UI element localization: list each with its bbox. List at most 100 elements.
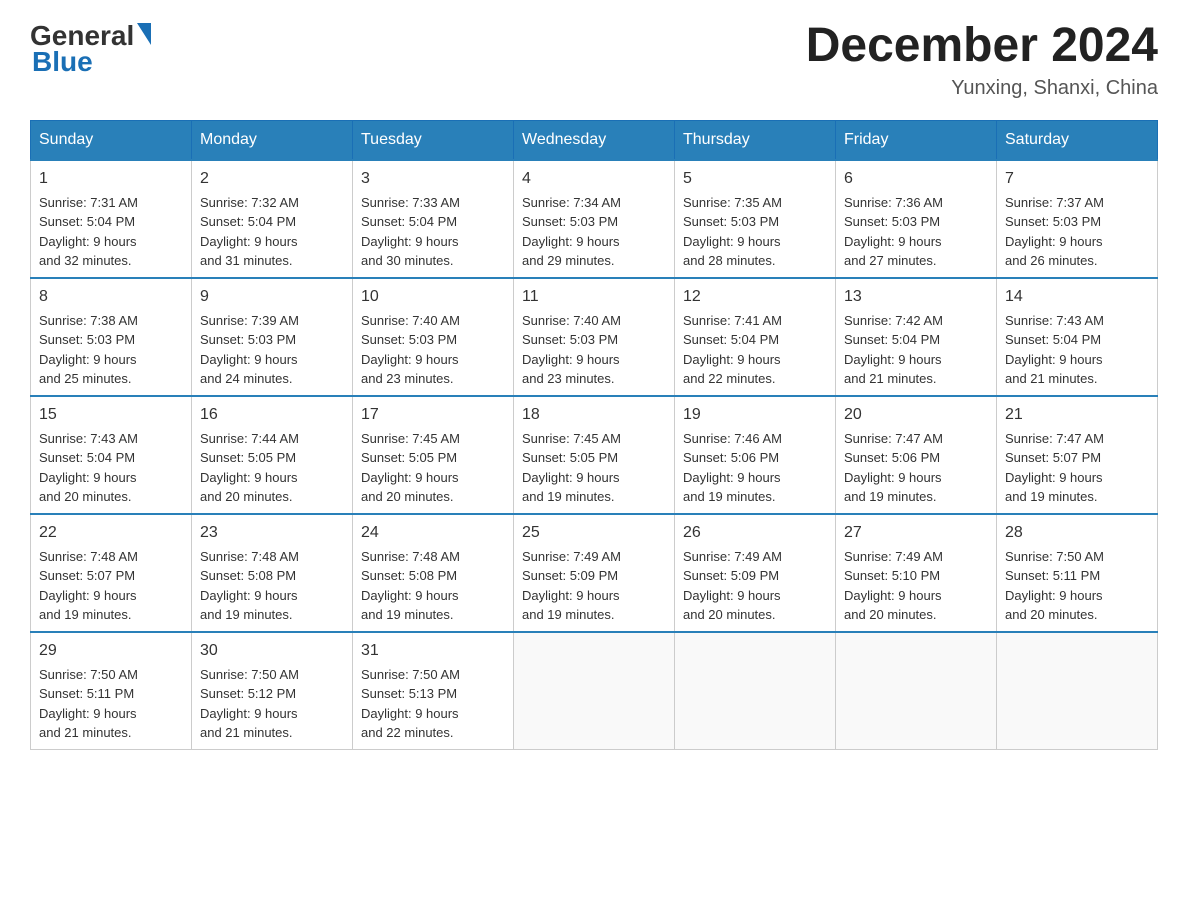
title-section: December 2024 Yunxing, Shanxi, China: [806, 20, 1158, 100]
day-info: Sunrise: 7:43 AMSunset: 5:04 PMDaylight:…: [1005, 311, 1149, 389]
day-number: 7: [1005, 167, 1149, 191]
calendar-cell: 15Sunrise: 7:43 AMSunset: 5:04 PMDayligh…: [31, 396, 192, 514]
calendar-week-4: 22Sunrise: 7:48 AMSunset: 5:07 PMDayligh…: [31, 514, 1158, 632]
calendar-week-3: 15Sunrise: 7:43 AMSunset: 5:04 PMDayligh…: [31, 396, 1158, 514]
calendar-cell: 9Sunrise: 7:39 AMSunset: 5:03 PMDaylight…: [192, 278, 353, 396]
day-info: Sunrise: 7:37 AMSunset: 5:03 PMDaylight:…: [1005, 193, 1149, 271]
day-number: 1: [39, 167, 183, 191]
day-info: Sunrise: 7:31 AMSunset: 5:04 PMDaylight:…: [39, 193, 183, 271]
calendar-week-1: 1Sunrise: 7:31 AMSunset: 5:04 PMDaylight…: [31, 160, 1158, 278]
day-info: Sunrise: 7:45 AMSunset: 5:05 PMDaylight:…: [361, 429, 505, 507]
calendar-cell: 18Sunrise: 7:45 AMSunset: 5:05 PMDayligh…: [514, 396, 675, 514]
day-number: 9: [200, 285, 344, 309]
calendar-cell: 5Sunrise: 7:35 AMSunset: 5:03 PMDaylight…: [675, 160, 836, 278]
day-info: Sunrise: 7:44 AMSunset: 5:05 PMDaylight:…: [200, 429, 344, 507]
calendar-cell: 12Sunrise: 7:41 AMSunset: 5:04 PMDayligh…: [675, 278, 836, 396]
day-info: Sunrise: 7:46 AMSunset: 5:06 PMDaylight:…: [683, 429, 827, 507]
day-number: 11: [522, 285, 666, 309]
day-number: 13: [844, 285, 988, 309]
day-number: 29: [39, 639, 183, 663]
day-number: 22: [39, 521, 183, 545]
calendar-cell: 4Sunrise: 7:34 AMSunset: 5:03 PMDaylight…: [514, 160, 675, 278]
day-info: Sunrise: 7:47 AMSunset: 5:07 PMDaylight:…: [1005, 429, 1149, 507]
calendar-week-2: 8Sunrise: 7:38 AMSunset: 5:03 PMDaylight…: [31, 278, 1158, 396]
day-info: Sunrise: 7:41 AMSunset: 5:04 PMDaylight:…: [683, 311, 827, 389]
logo: General Blue: [30, 20, 151, 78]
page-header: General Blue December 2024 Yunxing, Shan…: [30, 20, 1158, 100]
day-info: Sunrise: 7:45 AMSunset: 5:05 PMDaylight:…: [522, 429, 666, 507]
day-number: 2: [200, 167, 344, 191]
calendar-cell: 6Sunrise: 7:36 AMSunset: 5:03 PMDaylight…: [836, 160, 997, 278]
calendar-table: SundayMondayTuesdayWednesdayThursdayFrid…: [30, 120, 1158, 750]
calendar-cell: 20Sunrise: 7:47 AMSunset: 5:06 PMDayligh…: [836, 396, 997, 514]
calendar-cell: 10Sunrise: 7:40 AMSunset: 5:03 PMDayligh…: [353, 278, 514, 396]
calendar-cell: 25Sunrise: 7:49 AMSunset: 5:09 PMDayligh…: [514, 514, 675, 632]
day-number: 17: [361, 403, 505, 427]
calendar-cell: 13Sunrise: 7:42 AMSunset: 5:04 PMDayligh…: [836, 278, 997, 396]
calendar-cell: 2Sunrise: 7:32 AMSunset: 5:04 PMDaylight…: [192, 160, 353, 278]
calendar-cell: 21Sunrise: 7:47 AMSunset: 5:07 PMDayligh…: [997, 396, 1158, 514]
calendar-cell: 7Sunrise: 7:37 AMSunset: 5:03 PMDaylight…: [997, 160, 1158, 278]
calendar-cell: 29Sunrise: 7:50 AMSunset: 5:11 PMDayligh…: [31, 632, 192, 750]
day-info: Sunrise: 7:39 AMSunset: 5:03 PMDaylight:…: [200, 311, 344, 389]
day-number: 25: [522, 521, 666, 545]
day-number: 4: [522, 167, 666, 191]
day-number: 14: [1005, 285, 1149, 309]
calendar-cell: [836, 632, 997, 750]
calendar-header-friday: Friday: [836, 120, 997, 160]
calendar-cell: 22Sunrise: 7:48 AMSunset: 5:07 PMDayligh…: [31, 514, 192, 632]
day-info: Sunrise: 7:43 AMSunset: 5:04 PMDaylight:…: [39, 429, 183, 507]
day-number: 12: [683, 285, 827, 309]
day-number: 16: [200, 403, 344, 427]
calendar-cell: 30Sunrise: 7:50 AMSunset: 5:12 PMDayligh…: [192, 632, 353, 750]
day-number: 8: [39, 285, 183, 309]
day-info: Sunrise: 7:49 AMSunset: 5:10 PMDaylight:…: [844, 547, 988, 625]
day-info: Sunrise: 7:36 AMSunset: 5:03 PMDaylight:…: [844, 193, 988, 271]
calendar-header-sunday: Sunday: [31, 120, 192, 160]
calendar-header-row: SundayMondayTuesdayWednesdayThursdayFrid…: [31, 120, 1158, 160]
day-number: 24: [361, 521, 505, 545]
calendar-cell: [514, 632, 675, 750]
day-number: 18: [522, 403, 666, 427]
calendar-cell: 27Sunrise: 7:49 AMSunset: 5:10 PMDayligh…: [836, 514, 997, 632]
calendar-cell: 26Sunrise: 7:49 AMSunset: 5:09 PMDayligh…: [675, 514, 836, 632]
day-number: 15: [39, 403, 183, 427]
day-info: Sunrise: 7:48 AMSunset: 5:08 PMDaylight:…: [361, 547, 505, 625]
day-info: Sunrise: 7:50 AMSunset: 5:12 PMDaylight:…: [200, 665, 344, 743]
day-info: Sunrise: 7:48 AMSunset: 5:08 PMDaylight:…: [200, 547, 344, 625]
location-text: Yunxing, Shanxi, China: [806, 77, 1158, 100]
day-number: 3: [361, 167, 505, 191]
calendar-cell: 16Sunrise: 7:44 AMSunset: 5:05 PMDayligh…: [192, 396, 353, 514]
calendar-cell: [675, 632, 836, 750]
calendar-cell: [997, 632, 1158, 750]
calendar-week-5: 29Sunrise: 7:50 AMSunset: 5:11 PMDayligh…: [31, 632, 1158, 750]
day-number: 30: [200, 639, 344, 663]
calendar-cell: 8Sunrise: 7:38 AMSunset: 5:03 PMDaylight…: [31, 278, 192, 396]
day-number: 21: [1005, 403, 1149, 427]
day-info: Sunrise: 7:40 AMSunset: 5:03 PMDaylight:…: [522, 311, 666, 389]
logo-arrow-icon: [137, 23, 151, 45]
day-number: 26: [683, 521, 827, 545]
calendar-cell: 19Sunrise: 7:46 AMSunset: 5:06 PMDayligh…: [675, 396, 836, 514]
calendar-cell: 11Sunrise: 7:40 AMSunset: 5:03 PMDayligh…: [514, 278, 675, 396]
day-info: Sunrise: 7:49 AMSunset: 5:09 PMDaylight:…: [522, 547, 666, 625]
day-info: Sunrise: 7:50 AMSunset: 5:13 PMDaylight:…: [361, 665, 505, 743]
calendar-header-thursday: Thursday: [675, 120, 836, 160]
day-number: 19: [683, 403, 827, 427]
day-info: Sunrise: 7:33 AMSunset: 5:04 PMDaylight:…: [361, 193, 505, 271]
calendar-cell: 1Sunrise: 7:31 AMSunset: 5:04 PMDaylight…: [31, 160, 192, 278]
calendar-cell: 23Sunrise: 7:48 AMSunset: 5:08 PMDayligh…: [192, 514, 353, 632]
day-info: Sunrise: 7:49 AMSunset: 5:09 PMDaylight:…: [683, 547, 827, 625]
day-number: 6: [844, 167, 988, 191]
calendar-header-saturday: Saturday: [997, 120, 1158, 160]
day-info: Sunrise: 7:34 AMSunset: 5:03 PMDaylight:…: [522, 193, 666, 271]
day-number: 20: [844, 403, 988, 427]
day-number: 5: [683, 167, 827, 191]
month-title: December 2024: [806, 20, 1158, 73]
day-info: Sunrise: 7:35 AMSunset: 5:03 PMDaylight:…: [683, 193, 827, 271]
calendar-header-wednesday: Wednesday: [514, 120, 675, 160]
day-number: 23: [200, 521, 344, 545]
day-info: Sunrise: 7:32 AMSunset: 5:04 PMDaylight:…: [200, 193, 344, 271]
calendar-cell: 24Sunrise: 7:48 AMSunset: 5:08 PMDayligh…: [353, 514, 514, 632]
calendar-cell: 17Sunrise: 7:45 AMSunset: 5:05 PMDayligh…: [353, 396, 514, 514]
